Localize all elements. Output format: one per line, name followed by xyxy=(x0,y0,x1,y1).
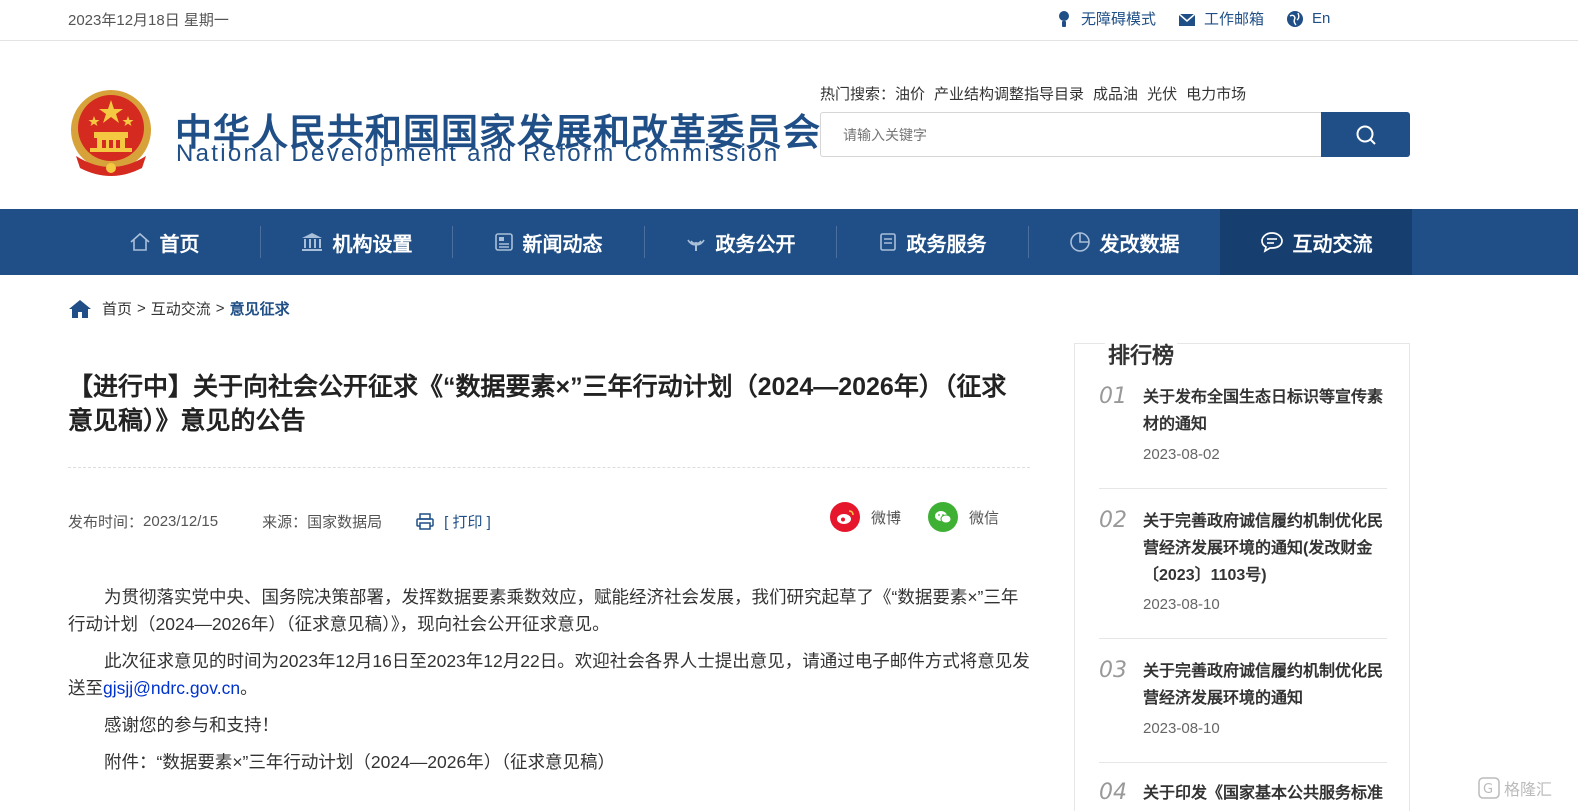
divider xyxy=(1099,488,1387,489)
ranking-heading: 排行榜 xyxy=(1105,338,1178,370)
ranking-date: 2023-08-10 xyxy=(1143,596,1220,613)
ranking-title[interactable]: 关于发布全国生态日标识等宣传素材的通知 xyxy=(1143,384,1387,438)
current-date: 2023年12月18日 星期一 xyxy=(68,12,229,29)
publish-label: 发布时间： xyxy=(68,514,144,531)
nav-label: 机构设置 xyxy=(332,233,413,256)
paragraph: 为贯彻落实党中央、国务院决策部署，发挥数据要素乘数效应，赋能经济社会发展，我们研… xyxy=(68,587,1019,634)
home-icon xyxy=(69,299,91,318)
national-emblem-logo[interactable] xyxy=(66,86,156,178)
globe-icon xyxy=(1287,10,1304,27)
search-icon xyxy=(1356,125,1376,145)
email-link[interactable]: gjsjj@ndrc.gov.cn xyxy=(103,678,240,698)
home-icon xyxy=(129,232,150,251)
nav-label: 政务公开 xyxy=(715,233,796,256)
nav-item-home[interactable]: 首页 xyxy=(68,209,260,275)
wechat-icon xyxy=(928,502,959,532)
share-weibo-button[interactable]: 微博 xyxy=(830,502,901,532)
ranking-title[interactable]: 关于完善政府诚信履约机制优化民营经济发展环境的通知 xyxy=(1143,658,1387,712)
ranking-number: 03 xyxy=(1099,658,1127,683)
ranking-date: 2023-08-02 xyxy=(1143,446,1220,463)
main-nav: 首页 机构设置 新闻动态 政务公开 政务服务 发改数据 互动交流 xyxy=(0,209,1578,275)
nav-item-data[interactable]: 发改数据 xyxy=(1028,209,1220,275)
share-bar: 微博 微信 xyxy=(830,502,1026,532)
work-mail-link[interactable]: 工作邮箱 xyxy=(1178,8,1264,29)
ranking-number: 04 xyxy=(1099,780,1127,805)
nav-item-services[interactable]: 政务服务 xyxy=(836,209,1028,275)
paragraph: 感谢您的参与和支持！ xyxy=(104,715,279,735)
divider xyxy=(68,467,1030,468)
news-icon xyxy=(494,233,513,251)
breadcrumb-separator: > xyxy=(137,300,146,317)
breadcrumb-home[interactable]: 首页 xyxy=(102,298,132,319)
hot-term[interactable]: 油价 xyxy=(895,83,925,104)
nav-item-organization[interactable]: 机构设置 xyxy=(260,209,452,275)
divider xyxy=(1099,762,1387,763)
ranking-panel: 排行榜 01 关于发布全国生态日标识等宣传素材的通知 2023-08-02 02… xyxy=(1074,338,1410,811)
breadcrumb: 首页 > 互动交流 > 意见征求 xyxy=(68,298,290,319)
watermark: G 格隆汇 xyxy=(1478,776,1552,800)
printer-icon xyxy=(416,513,434,530)
accessibility-link[interactable]: 无障碍模式 xyxy=(1055,8,1156,29)
nav-item-news[interactable]: 新闻动态 xyxy=(452,209,644,275)
nav-item-interaction[interactable]: 互动交流 xyxy=(1220,209,1412,275)
hot-term[interactable]: 光伏 xyxy=(1147,83,1177,104)
search-input[interactable] xyxy=(820,112,1322,157)
hot-term[interactable]: 成品油 xyxy=(1093,83,1138,104)
nav-item-gov-affairs[interactable]: 政务公开 xyxy=(644,209,836,275)
article-title: 【进行中】关于向社会公开征求《“数据要素×”三年行动计划（2024—2026年）… xyxy=(68,373,1007,435)
source-value: 国家数据局 xyxy=(307,514,383,531)
pie-chart-icon xyxy=(1069,232,1090,252)
publish-date: 2023/12/15 xyxy=(143,513,219,530)
source-label: 来源： xyxy=(262,514,308,531)
english-link[interactable]: En xyxy=(1286,10,1330,28)
hot-term[interactable]: 电力市场 xyxy=(1186,83,1246,104)
hot-search-label: 热门搜索： xyxy=(820,86,896,103)
chat-icon xyxy=(1260,232,1283,253)
mail-icon xyxy=(1178,12,1196,26)
share-wechat-button[interactable]: 微信 xyxy=(928,502,999,532)
nav-label: 新闻动态 xyxy=(522,233,603,256)
top-links: 无障碍模式 工作邮箱 En xyxy=(1055,8,1352,29)
search-button[interactable] xyxy=(1321,112,1410,157)
top-bar: 2023年12月18日 星期一 无障碍模式 工作邮箱 En xyxy=(0,0,1578,41)
nav-label: 发改数据 xyxy=(1099,233,1180,256)
ranking-title[interactable]: 关于印发《国家基本公共服务标准 xyxy=(1143,780,1387,807)
accessibility-label: 无障碍模式 xyxy=(1081,11,1157,28)
article-body: 为贯彻落实党中央、国务院决策部署，发挥数据要素乘数效应，赋能经济社会发展，我们研… xyxy=(68,584,1030,786)
attachment-link[interactable]: 附件：“数据要素×”三年行动计划（2024—2026年）（征求意见稿） xyxy=(68,749,1030,776)
article-meta: 发布时间： 2023/12/15 来源： 国家数据局 [ 打印 ] xyxy=(68,511,491,532)
breadcrumb-section[interactable]: 互动交流 xyxy=(151,298,211,319)
ranking-number: 02 xyxy=(1099,508,1127,533)
divider xyxy=(1099,638,1387,639)
breadcrumb-current: 意见征求 xyxy=(229,301,290,318)
ranking-title[interactable]: 关于完善政府诚信履约机制优化民营经济发展环境的通知(发改财金〔2023〕1103… xyxy=(1143,508,1387,589)
share-weibo-label: 微博 xyxy=(871,509,902,527)
weibo-icon xyxy=(830,502,860,532)
building-icon xyxy=(301,233,322,251)
breadcrumb-separator: > xyxy=(215,300,225,317)
nav-label: 互动交流 xyxy=(1292,233,1373,256)
watermark-text: 格隆汇 xyxy=(1504,782,1553,799)
hot-term[interactable]: 产业结构调整指导目录 xyxy=(934,83,1084,104)
nav-label: 首页 xyxy=(159,233,200,256)
accessibility-icon xyxy=(1059,10,1069,27)
ranking-date: 2023-08-10 xyxy=(1143,720,1220,737)
nav-label: 政务服务 xyxy=(906,233,987,256)
document-icon xyxy=(879,233,896,251)
broadcast-icon xyxy=(686,239,705,251)
share-wechat-label: 微信 xyxy=(969,509,1000,527)
hot-search: 热门搜索： 油价 产业结构调整指导目录 成品油 光伏 电力市场 xyxy=(820,83,1255,104)
paragraph-suffix: 。 xyxy=(240,678,258,698)
svg-text:G: G xyxy=(1483,782,1493,797)
english-label: En xyxy=(1312,10,1331,27)
paragraph: 此次征求意见的时间为2023年12月16日至2023年12月22日。欢迎社会各界… xyxy=(68,648,1030,702)
print-label: [ 打印 ] xyxy=(444,514,491,531)
ranking-number: 01 xyxy=(1099,384,1127,409)
site-title-en: National Development and Reform Commissi… xyxy=(176,140,780,167)
watermark-logo-icon: G xyxy=(1478,777,1500,799)
print-button[interactable]: [ 打印 ] xyxy=(416,511,491,532)
work-mail-label: 工作邮箱 xyxy=(1204,11,1265,28)
